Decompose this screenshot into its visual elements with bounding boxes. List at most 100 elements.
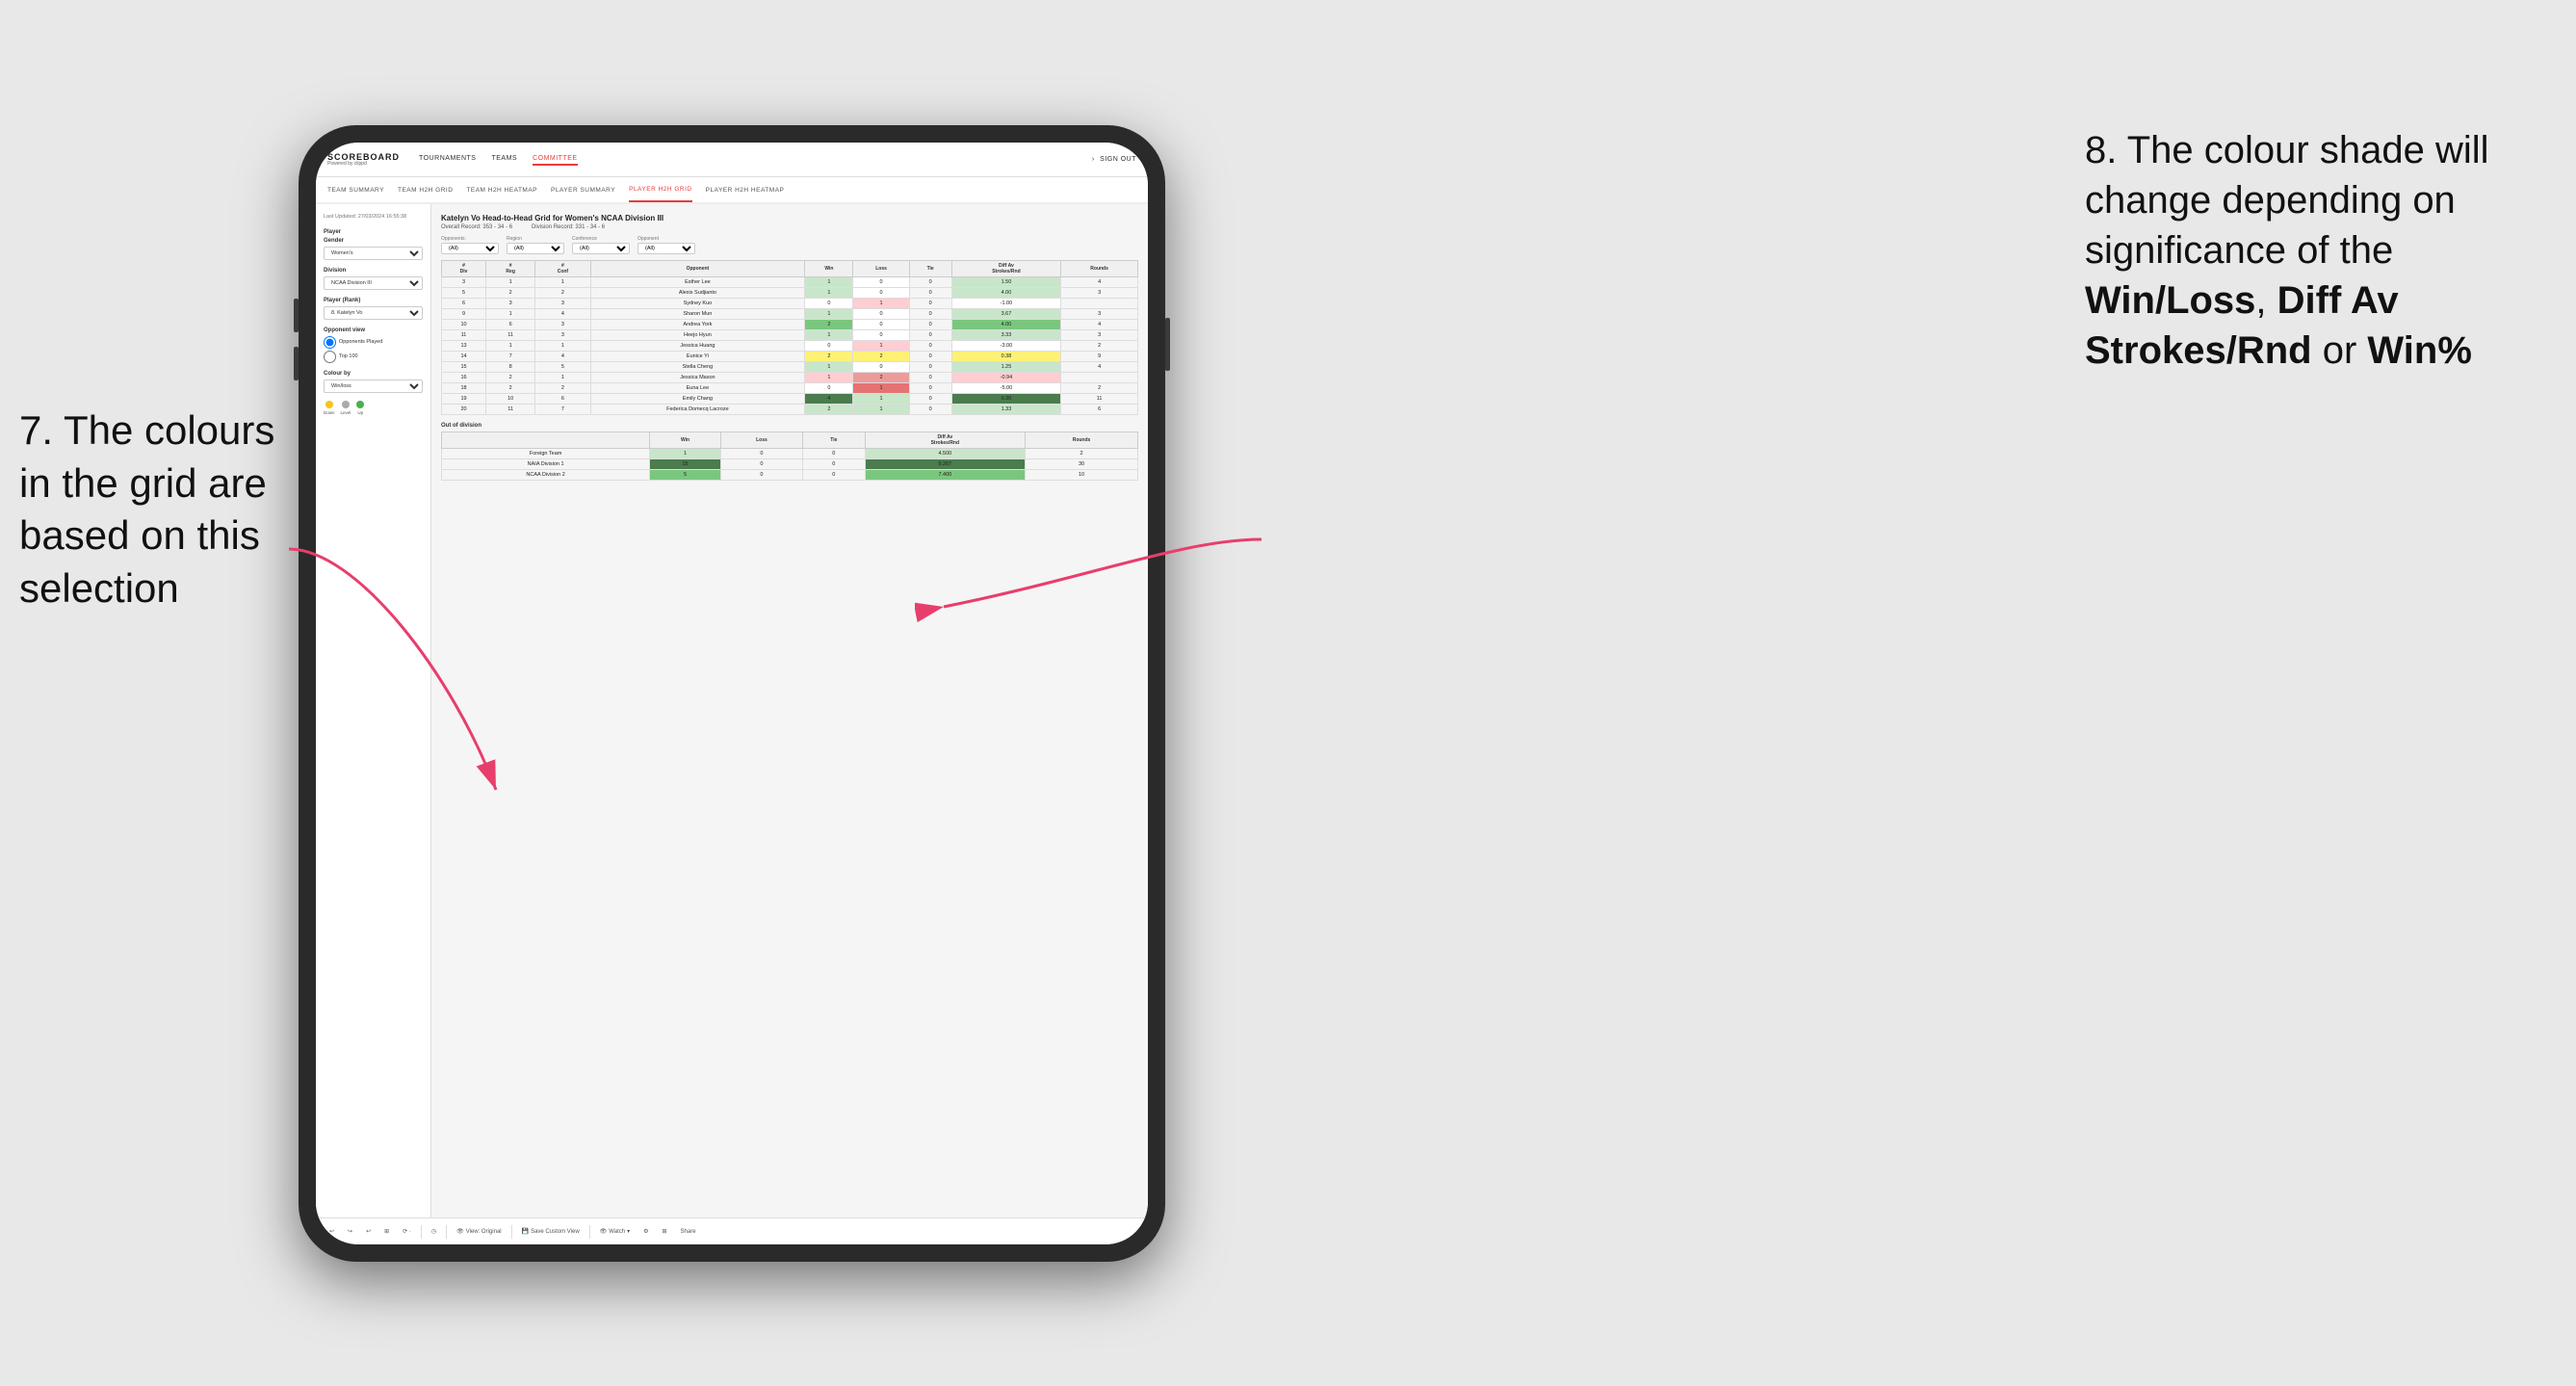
subnav-team-summary[interactable]: TEAM SUMMARY (327, 177, 384, 202)
top100-radio[interactable] (324, 351, 336, 363)
legend-down: Down (324, 401, 335, 415)
td-div: 20 (442, 405, 486, 415)
share-button[interactable]: Share (677, 1227, 700, 1237)
player-rank-select[interactable]: 8. Katelyn Vo (324, 306, 423, 320)
nav-teams[interactable]: TEAMS (491, 153, 517, 166)
ood-tie: 0 (803, 449, 866, 459)
player-rank-section: Player (Rank) 8. Katelyn Vo (324, 298, 423, 320)
td-opponent: Emily Chang (590, 394, 805, 405)
td-rounds: 6 (1061, 405, 1138, 415)
td-diff: 4.00 (951, 288, 1061, 299)
refresh-button[interactable]: ⟳ · (399, 1226, 415, 1237)
td-diff: -0.94 (951, 373, 1061, 383)
save-custom-button[interactable]: 💾 Save Custom View (518, 1226, 584, 1237)
subnav-team-h2h-grid[interactable]: TEAM H2H GRID (398, 177, 453, 202)
td-rounds: 2 (1061, 341, 1138, 352)
top100-option[interactable]: Top 100 (324, 351, 423, 363)
player-label: Player (324, 229, 423, 235)
th-rounds: Rounds (1061, 261, 1138, 277)
td-div: 5 (442, 288, 486, 299)
annotation-right: 8. The colour shade will change dependin… (2085, 125, 2566, 376)
overall-record: Overall Record: 353 - 34 - 6 (441, 224, 512, 230)
panel-title: Katelyn Vo Head-to-Head Grid for Women's… (441, 214, 1138, 222)
table-row: 15 8 5 Stella Cheng 1 0 0 1.25 4 (442, 362, 1138, 373)
copy-button[interactable]: ⊞ (380, 1226, 393, 1237)
sign-out-button[interactable]: Sign out (1100, 154, 1136, 165)
ood-th-win: Win (650, 432, 721, 449)
td-reg: 1 (486, 341, 535, 352)
th-loss: Loss (853, 261, 909, 277)
ood-win: 5 (650, 470, 721, 481)
opponents-played-radio[interactable] (324, 336, 336, 349)
grid-button[interactable]: ⊞ (658, 1226, 670, 1237)
td-div: 3 (442, 277, 486, 288)
td-diff: 0.38 (951, 352, 1061, 362)
td-div: 11 (442, 330, 486, 341)
region-select[interactable]: (All) (507, 243, 564, 254)
out-of-division-header: Out of division (441, 423, 1138, 429)
undo-button[interactable]: ↩ (325, 1226, 338, 1237)
gender-select[interactable]: Women's (324, 247, 423, 260)
td-reg: 2 (486, 383, 535, 394)
redo-button[interactable]: ↪ (344, 1226, 356, 1237)
td-loss: 0 (853, 309, 909, 320)
gender-section: Gender Women's (324, 238, 423, 260)
subnav-player-summary[interactable]: PLAYER SUMMARY (551, 177, 615, 202)
td-reg: 1 (486, 277, 535, 288)
table-row: 3 1 1 Esther Lee 1 0 0 1.50 4 (442, 277, 1138, 288)
opponents-played-option[interactable]: Opponents Played (324, 336, 423, 349)
td-win: 0 (805, 299, 853, 309)
table-row: 10 6 3 Andrea York 2 0 0 4.00 4 (442, 320, 1138, 330)
ood-tie: 0 (803, 459, 866, 470)
opponent-view-label: Opponent view (324, 327, 423, 333)
td-opponent: Heejo Hyun (590, 330, 805, 341)
td-conf: 4 (535, 309, 590, 320)
opponents-filter: Opponents: (All) (441, 236, 499, 254)
td-tie: 0 (909, 299, 951, 309)
ood-tie: 0 (803, 470, 866, 481)
td-conf: 1 (535, 341, 590, 352)
nav-right: › Sign out (1092, 154, 1136, 165)
td-div: 10 (442, 320, 486, 330)
nav-committee[interactable]: COMMITTEE (533, 153, 578, 166)
td-conf: 1 (535, 277, 590, 288)
view-original-button[interactable]: 👁 View: Original (453, 1226, 506, 1237)
colour-by-label: Colour by (324, 371, 423, 377)
opponent-filter: Opponent (All) (637, 236, 695, 254)
td-div: 19 (442, 394, 486, 405)
table-row: 13 1 1 Jessica Huang 0 1 0 -3.00 2 (442, 341, 1138, 352)
td-conf: 5 (535, 362, 590, 373)
td-tie: 0 (909, 373, 951, 383)
td-win: 0 (805, 383, 853, 394)
subnav-player-h2h-heatmap[interactable]: PLAYER H2H HEATMAP (706, 177, 785, 202)
watch-button[interactable]: 👁 Watch ▾ (596, 1226, 634, 1237)
td-loss: 1 (853, 394, 909, 405)
powered-by-text: Powered by clippd (327, 162, 400, 167)
td-tie: 0 (909, 362, 951, 373)
undo2-button[interactable]: ↩ (362, 1226, 375, 1237)
td-loss: 1 (853, 405, 909, 415)
main-table: #Div #Reg #Conf Opponent Win Loss Tie Di… (441, 260, 1138, 415)
ood-rounds: 2 (1026, 449, 1138, 459)
division-select[interactable]: NCAA Division III (324, 276, 423, 290)
td-reg: 11 (486, 330, 535, 341)
table-row: 19 10 6 Emily Chang 4 1 0 0.30 11 (442, 394, 1138, 405)
td-opponent: Jessica Huang (590, 341, 805, 352)
gender-label: Gender (324, 238, 423, 244)
colour-by-select[interactable]: Win/loss (324, 379, 423, 393)
td-tie: 0 (909, 288, 951, 299)
td-rounds: 11 (1061, 394, 1138, 405)
conference-select[interactable]: (All) (572, 243, 630, 254)
subnav-team-h2h-heatmap[interactable]: TEAM H2H HEATMAP (466, 177, 537, 202)
player-section: Player Gender Women's Division NCAA Divi… (324, 229, 423, 320)
nav-tournaments[interactable]: TOURNAMENTS (419, 153, 476, 166)
settings-button[interactable]: ⚙ (639, 1226, 652, 1237)
td-opponent: Sharon Mun (590, 309, 805, 320)
subnav-player-h2h-grid[interactable]: PLAYER H2H GRID (629, 177, 692, 202)
bottom-toolbar: ↩ ↪ ↩ ⊞ ⟳ · ◷ 👁 View: Original 💾 Save Cu… (316, 1217, 1148, 1244)
opponents-select[interactable]: (All) (441, 243, 499, 254)
clock-button[interactable]: ◷ (428, 1226, 440, 1237)
opponent-view-section: Opponent view Opponents Played Top 100 (324, 327, 423, 363)
th-reg: #Reg (486, 261, 535, 277)
opponent-select[interactable]: (All) (637, 243, 695, 254)
